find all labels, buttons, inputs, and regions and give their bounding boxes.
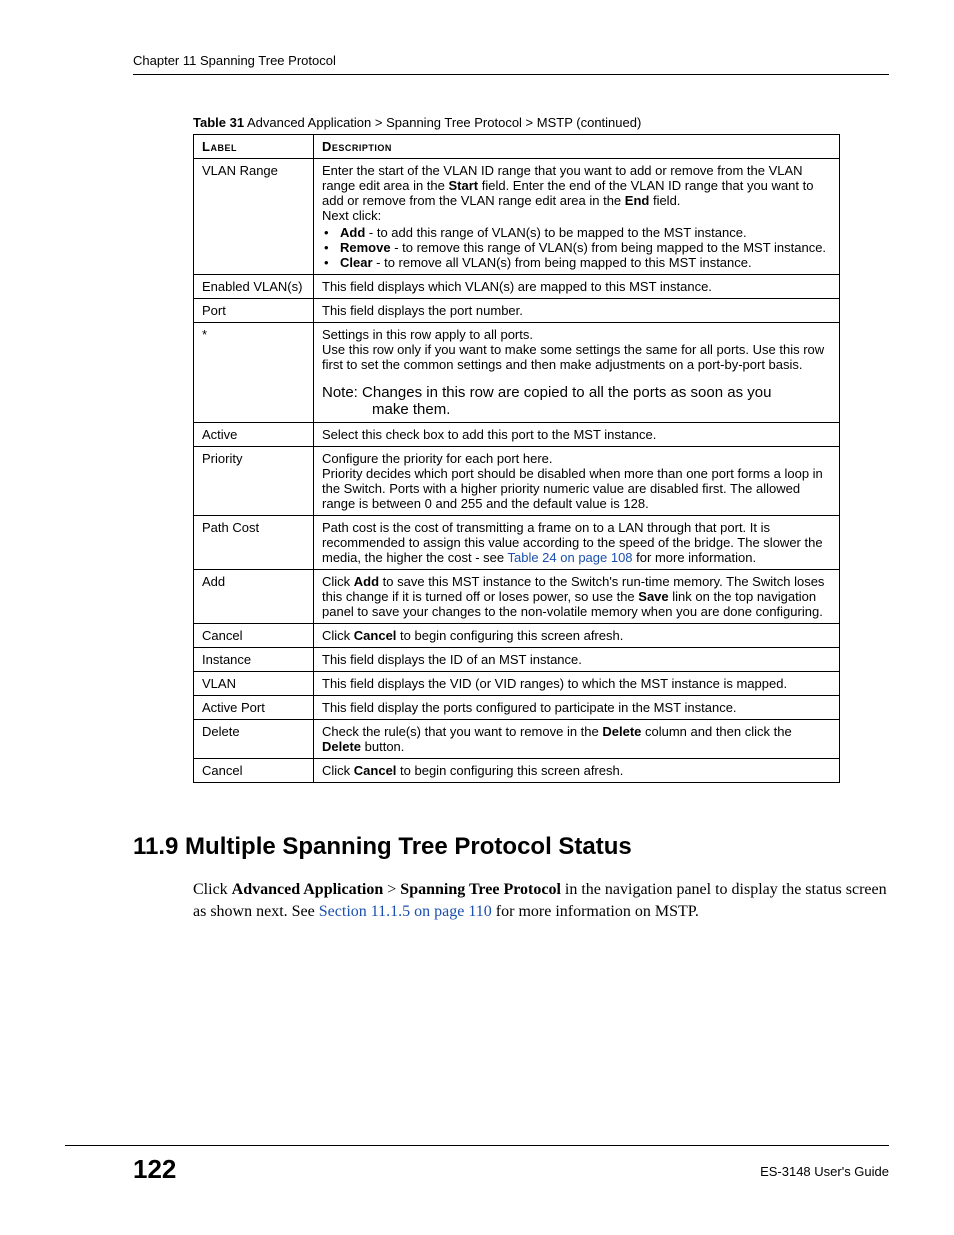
section-heading: 11.9 Multiple Spanning Tree Protocol Sta… — [133, 833, 889, 861]
desc-cell: Click Cancel to begin configuring this s… — [314, 624, 840, 648]
table-row: Instance This field displays the ID of a… — [194, 648, 840, 672]
col-header-label: Label — [194, 135, 314, 159]
page-footer: ES-3148 User's Guide 122 — [65, 1145, 889, 1185]
label-cell: VLAN Range — [194, 159, 314, 275]
table-caption: Table 31 Advanced Application > Spanning… — [193, 115, 889, 130]
desc-cell: Click Add to save this MST instance to t… — [314, 570, 840, 624]
table-row: Port This field displays the port number… — [194, 299, 840, 323]
label-cell: Active Port — [194, 696, 314, 720]
label-cell: * — [194, 323, 314, 423]
label-cell: Enabled VLAN(s) — [194, 275, 314, 299]
page-number: 122 — [133, 1154, 176, 1184]
desc-cell: This field displays which VLAN(s) are ma… — [314, 275, 840, 299]
table-row: VLAN Range Enter the start of the VLAN I… — [194, 159, 840, 275]
cross-ref-link[interactable]: Table 24 on page 108 — [507, 550, 632, 565]
chapter-header: Chapter 11 Spanning Tree Protocol — [133, 53, 889, 75]
desc-cell: This field display the ports configured … — [314, 696, 840, 720]
table-row: Add Click Add to save this MST instance … — [194, 570, 840, 624]
table-row: Cancel Click Cancel to begin configuring… — [194, 759, 840, 783]
table-row: Cancel Click Cancel to begin configuring… — [194, 624, 840, 648]
table-number: Table 31 — [193, 115, 244, 130]
col-header-description: Description — [314, 135, 840, 159]
label-cell: Instance — [194, 648, 314, 672]
desc-cell: Enter the start of the VLAN ID range tha… — [314, 159, 840, 275]
desc-cell: This field displays the VID (or VID rang… — [314, 672, 840, 696]
table-row: Path Cost Path cost is the cost of trans… — [194, 516, 840, 570]
desc-cell: This field displays the ID of an MST ins… — [314, 648, 840, 672]
desc-cell: Select this check box to add this port t… — [314, 423, 840, 447]
label-cell: Active — [194, 423, 314, 447]
table-row: VLAN This field displays the VID (or VID… — [194, 672, 840, 696]
label-cell: Cancel — [194, 759, 314, 783]
list-item: Remove - to remove this range of VLAN(s)… — [322, 240, 831, 255]
desc-cell: Configure the priority for each port her… — [314, 447, 840, 516]
table-row: Delete Check the rule(s) that you want t… — [194, 720, 840, 759]
footer-guide-name: ES-3148 User's Guide — [760, 1164, 889, 1179]
desc-cell: Click Cancel to begin configuring this s… — [314, 759, 840, 783]
table-caption-text: Advanced Application > Spanning Tree Pro… — [244, 115, 641, 130]
label-cell: Port — [194, 299, 314, 323]
section-paragraph: Click Advanced Application > Spanning Tr… — [193, 879, 889, 922]
table-row: * Settings in this row apply to all port… — [194, 323, 840, 423]
table-row: Active Port This field display the ports… — [194, 696, 840, 720]
cross-ref-link[interactable]: Section 11.1.5 on page 110 — [319, 903, 492, 920]
desc-cell: Settings in this row apply to all ports.… — [314, 323, 840, 423]
desc-cell: Path cost is the cost of transmitting a … — [314, 516, 840, 570]
mstp-table: Label Description VLAN Range Enter the s… — [193, 134, 840, 783]
label-cell: Delete — [194, 720, 314, 759]
list-item: Add - to add this range of VLAN(s) to be… — [322, 225, 831, 240]
table-row: Priority Configure the priority for each… — [194, 447, 840, 516]
label-cell: Path Cost — [194, 516, 314, 570]
table-row: Active Select this check box to add this… — [194, 423, 840, 447]
table-row: Enabled VLAN(s) This field displays whic… — [194, 275, 840, 299]
note: Note: Changes in this row are copied to … — [322, 384, 831, 418]
vlan-range-bullets: Add - to add this range of VLAN(s) to be… — [322, 225, 831, 270]
list-item: Clear - to remove all VLAN(s) from being… — [322, 255, 831, 270]
label-cell: VLAN — [194, 672, 314, 696]
label-cell: Add — [194, 570, 314, 624]
desc-cell: Check the rule(s) that you want to remov… — [314, 720, 840, 759]
label-cell: Cancel — [194, 624, 314, 648]
label-cell: Priority — [194, 447, 314, 516]
desc-cell: This field displays the port number. — [314, 299, 840, 323]
